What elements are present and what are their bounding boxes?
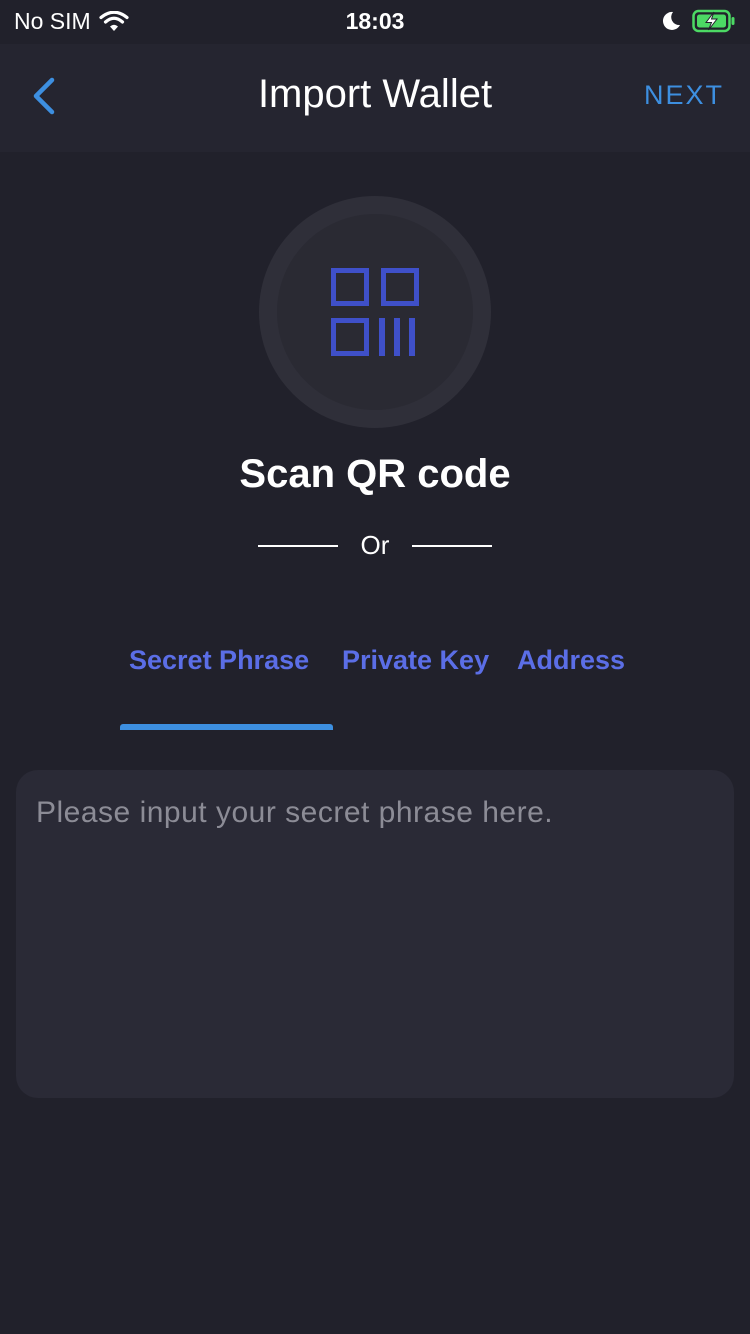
qr-code-icon	[331, 268, 419, 356]
next-button[interactable]: NEXT	[644, 80, 724, 111]
page-title: Import Wallet	[257, 72, 493, 116]
status-bar: No SIM 18:03	[0, 0, 750, 44]
status-right-group	[660, 9, 736, 33]
tab-selected-indicator	[120, 724, 333, 730]
or-label: Or	[360, 530, 390, 560]
tab-secret-phrase[interactable]: Secret Phrase	[129, 645, 309, 676]
or-line-right	[412, 545, 492, 547]
tab-private-key[interactable]: Private Key	[342, 645, 489, 676]
tab-address[interactable]: Address	[517, 645, 625, 676]
moon-icon	[662, 11, 680, 30]
scan-qr-label: Scan QR code	[239, 452, 511, 496]
secret-phrase-input[interactable]	[16, 770, 734, 1098]
battery-charging-icon	[692, 9, 735, 33]
navigation-bar: Import Wallet NEXT	[0, 44, 750, 152]
or-divider: Or	[0, 530, 750, 562]
status-time: 18:03	[345, 8, 405, 34]
import-wallet-screen: No SIM 18:03 Import Wallet NEXT Scan QR …	[0, 0, 750, 1334]
